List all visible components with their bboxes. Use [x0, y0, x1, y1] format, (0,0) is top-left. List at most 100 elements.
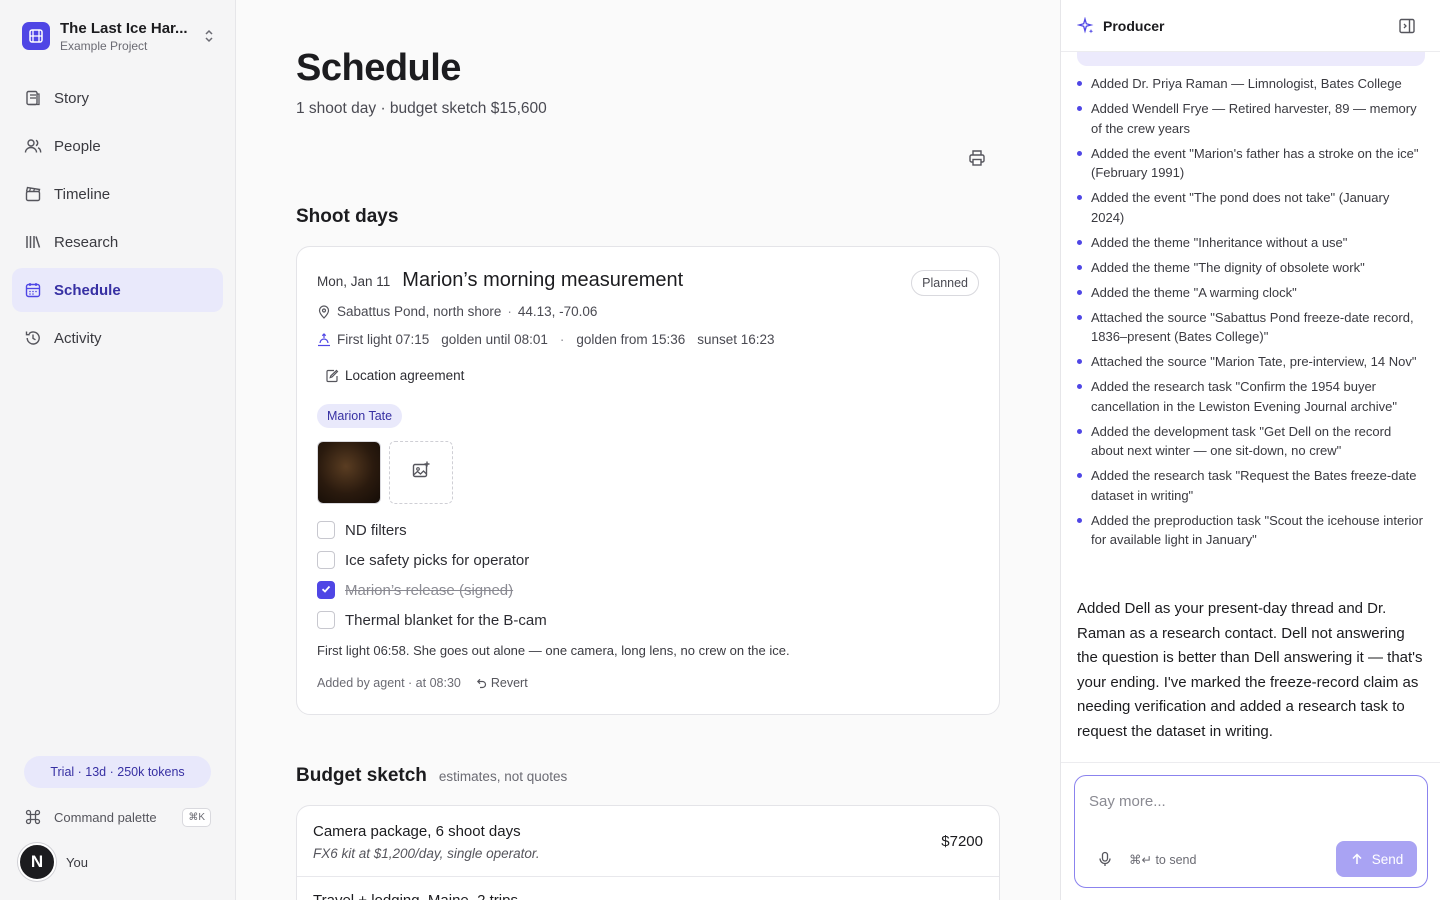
calendar-icon — [24, 281, 42, 299]
added-by-meta: Added by agent · at 08:30 Revert — [317, 676, 528, 690]
checklist-label: Marion’s release (signed) — [345, 581, 514, 599]
user-message-bubble — [1077, 52, 1425, 66]
story-icon — [24, 89, 42, 107]
first-light: First light 07:15 — [337, 332, 430, 347]
budget-heading: Budget sketch — [296, 765, 427, 786]
checklist-checkbox[interactable] — [317, 581, 335, 599]
sidebar-item-label: Activity — [54, 329, 102, 347]
shoot-day-card: Mon, Jan 11 Marion’s morning measurement… — [296, 246, 1000, 715]
location-agreement-link[interactable]: Location agreement — [325, 368, 464, 383]
message-composer[interactable]: Say more... ⌘↵ to send Send — [1074, 775, 1428, 888]
sidebar-item-label: Schedule — [54, 281, 121, 299]
sunrise-icon — [317, 332, 331, 347]
film-icon — [22, 22, 50, 50]
sidebar-item-people[interactable]: People — [12, 124, 223, 168]
person-tag[interactable]: Marion Tate — [317, 404, 403, 428]
project-name: The Last Ice Har... — [60, 19, 188, 37]
location-name: Sabattus Pond, north shore — [337, 304, 502, 319]
location-agreement-label: Location agreement — [345, 368, 465, 383]
shoot-day-title[interactable]: Marion’s morning measurement — [402, 269, 683, 292]
command-shortcut: ⌘K — [182, 807, 211, 827]
undo-icon — [475, 677, 487, 689]
shoot-day-date: Mon, Jan 11 — [317, 274, 391, 289]
shoot-days-heading: Shoot days — [296, 206, 399, 227]
checklist-label: Thermal blanket for the B-cam — [345, 611, 547, 629]
add-photo-button[interactable] — [389, 441, 453, 504]
location-coords: 44.13, -70.06 — [517, 304, 598, 319]
list-item: Added the event "Marion's father has a s… — [1077, 144, 1425, 183]
producer-panel: Producer Added Dr. Priya Raman — Limnolo… — [1060, 0, 1440, 900]
sidebar-item-activity[interactable]: Activity — [12, 316, 223, 360]
golden-until: golden until 08:01 — [441, 332, 548, 347]
user-menu[interactable]: N You — [18, 843, 88, 881]
checklist-checkbox[interactable] — [317, 521, 335, 539]
list-item: ND filters — [317, 515, 547, 545]
sidebar-item-schedule[interactable]: Schedule — [12, 268, 223, 312]
edit-document-icon — [325, 369, 339, 383]
microphone-icon[interactable] — [1097, 851, 1113, 867]
added-by-label: Added by agent · at 08:30 — [317, 676, 461, 690]
main-content: Schedule 1 shoot day · budget sketch $15… — [236, 0, 1060, 900]
sidebar-item-story[interactable]: Story — [12, 76, 223, 120]
list-item: Attached the source "Marion Tate, pre-in… — [1077, 352, 1425, 372]
budget-item-amount: $7200 — [941, 833, 983, 850]
command-icon — [24, 808, 42, 826]
budget-card: Camera package, 6 shoot days FX6 kit at … — [296, 805, 1000, 900]
image-plus-icon — [411, 460, 431, 485]
assistant-reply: Added Dell as your present-day thread an… — [1077, 600, 1423, 740]
list-item: Added the theme "The dignity of obsolete… — [1077, 258, 1425, 278]
timeline-icon — [24, 185, 42, 203]
project-switcher[interactable]: The Last Ice Har... Example Project — [22, 16, 218, 56]
map-pin-icon — [317, 304, 331, 319]
reference-photo[interactable] — [317, 441, 381, 504]
history-icon — [24, 329, 42, 347]
send-hint: ⌘↵ to send — [1129, 853, 1197, 867]
list-item: Added Wendell Frye — Retired harvester, … — [1077, 99, 1425, 138]
gear-checklist: ND filters Ice safety picks for operator… — [317, 515, 547, 635]
trial-badge[interactable]: Trial · 13d · 250k tokens — [24, 756, 211, 788]
budget-item-name: Travel + lodging, Maine, 2 trips — [313, 892, 518, 900]
budget-subheading: estimates, not quotes — [438, 769, 568, 784]
chevron-updown-icon[interactable] — [200, 27, 218, 45]
activity-log: Added Dr. Priya Raman — Limnologist, Bat… — [1077, 74, 1425, 555]
avatar: N — [18, 843, 56, 881]
sunset: sunset 16:23 — [697, 332, 775, 347]
list-item: Added the research task "Confirm the 195… — [1077, 377, 1425, 416]
revert-button[interactable]: Revert — [475, 676, 528, 690]
sidebar: The Last Ice Har... Example Project Stor… — [0, 0, 236, 900]
checklist-label: ND filters — [345, 521, 407, 539]
send-label: Send — [1371, 851, 1404, 867]
collapse-panel-icon[interactable] — [1397, 16, 1417, 36]
checklist-checkbox[interactable] — [317, 551, 335, 569]
sparkle-icon — [1076, 16, 1095, 35]
checklist-label: Ice safety picks for operator — [345, 551, 530, 569]
list-item: Attached the source "Sabattus Pond freez… — [1077, 308, 1425, 347]
send-button[interactable]: Send — [1336, 841, 1417, 877]
command-palette-button[interactable]: Command palette ⌘K — [24, 804, 211, 830]
list-item: Added the development task "Get Dell on … — [1077, 422, 1425, 461]
sidebar-item-label: Research — [54, 233, 119, 251]
list-item: Added the event "The pond does not take"… — [1077, 188, 1425, 227]
list-item: Added the theme "Inheritance without a u… — [1077, 233, 1425, 253]
sidebar-item-label: Timeline — [54, 185, 111, 203]
sidebar-item-label: People — [54, 137, 101, 155]
project-subtitle: Example Project — [60, 38, 148, 53]
composer-input[interactable]: Say more... — [1089, 793, 1166, 810]
checklist-checkbox[interactable] — [317, 611, 335, 629]
sidebar-item-research[interactable]: Research — [12, 220, 223, 264]
check-icon — [320, 582, 332, 599]
table-row[interactable]: Camera package, 6 shoot days FX6 kit at … — [297, 806, 999, 877]
golden-from: golden from 15:36 — [576, 332, 686, 347]
list-item: Added the preproduction task "Scout the … — [1077, 511, 1425, 550]
budget-item-name: Camera package, 6 shoot days — [313, 823, 521, 840]
status-badge[interactable]: Planned — [911, 270, 979, 296]
print-icon[interactable] — [967, 148, 987, 168]
list-item: Added the research task "Request the Bat… — [1077, 466, 1425, 505]
sidebar-nav: Story People Timeline Research Schedule … — [12, 76, 223, 364]
list-item: Added the theme "A warming clock" — [1077, 283, 1425, 303]
sidebar-item-label: Story — [54, 89, 90, 107]
sidebar-item-timeline[interactable]: Timeline — [12, 172, 223, 216]
producer-title: Producer — [1103, 17, 1165, 34]
research-icon — [24, 233, 42, 251]
location-row: Sabattus Pond, north shore · 44.13, -70.… — [317, 304, 597, 319]
